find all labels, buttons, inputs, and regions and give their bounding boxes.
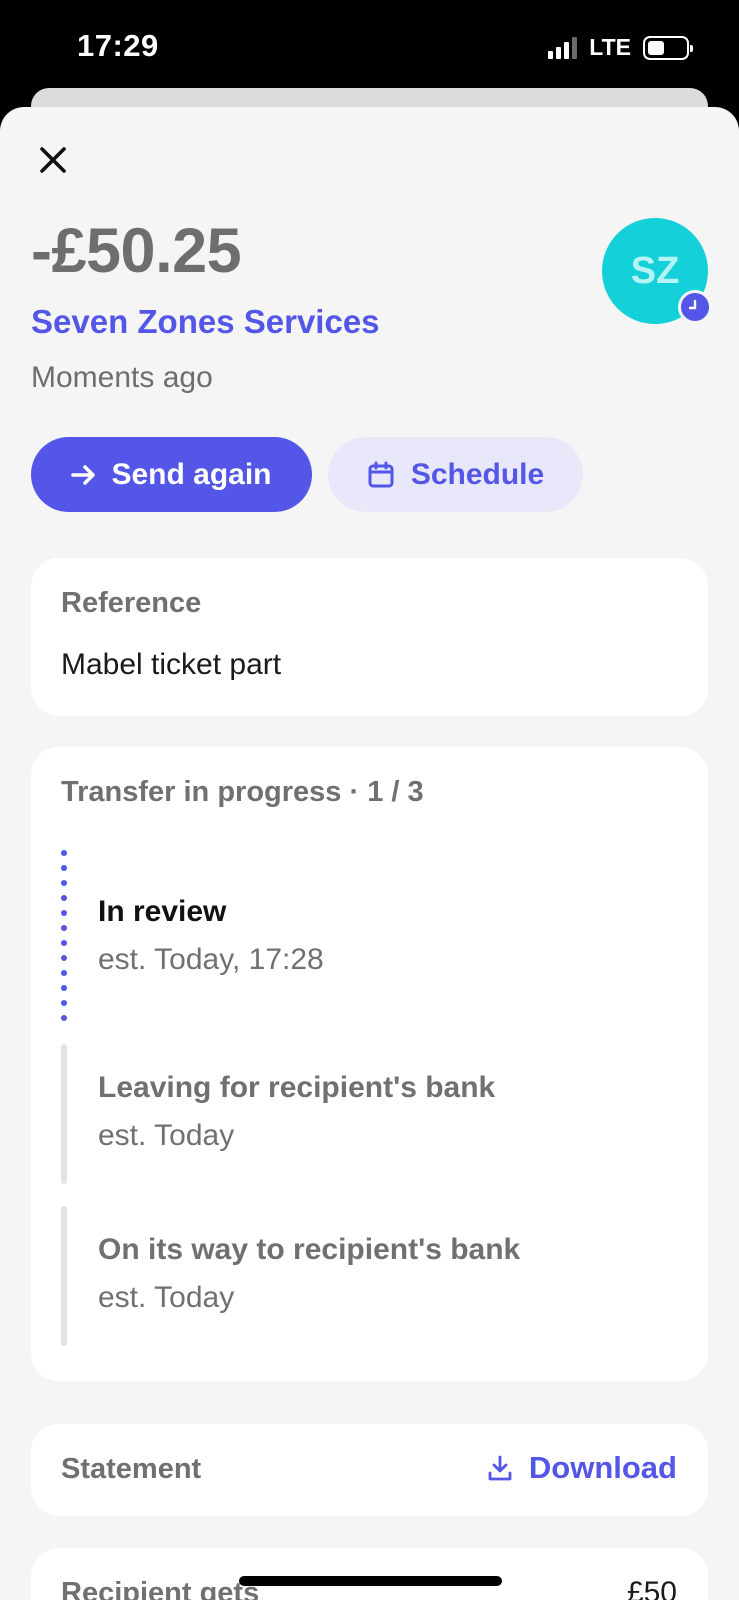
transaction-sheet: -£50.25 Seven Zones Services Moments ago… xyxy=(0,107,739,1600)
step-estimate: est. Today xyxy=(98,1281,235,1314)
status-indicators: LTE xyxy=(548,34,693,61)
signal-icon xyxy=(548,36,578,59)
pending-badge xyxy=(678,290,712,324)
status-time: 17:29 xyxy=(77,28,159,63)
progress-step-1: In review est. Today, 17:28 xyxy=(61,850,661,1025)
transaction-time: Moments ago xyxy=(31,361,213,394)
download-button[interactable]: Download xyxy=(487,1450,677,1486)
statement-card: Statement Download xyxy=(31,1424,708,1516)
download-icon xyxy=(488,1455,512,1481)
step-progress-indicator xyxy=(61,1206,67,1346)
step-estimate: est. Today, 17:28 xyxy=(98,943,324,976)
recipient-card: Recipient gets £50 xyxy=(31,1548,708,1600)
schedule-label: Schedule xyxy=(410,457,545,491)
clock-icon xyxy=(688,299,697,310)
send-again-label: Send again xyxy=(111,457,272,491)
schedule-button[interactable]: Schedule xyxy=(328,437,583,512)
close-icon xyxy=(40,147,66,173)
progress-step-2: Leaving for recipient's bank est. Today xyxy=(61,1044,661,1184)
network-label: LTE xyxy=(589,34,631,60)
send-again-button[interactable]: Send again xyxy=(31,437,312,512)
status-bar: 17:29 LTE xyxy=(0,0,739,100)
arrow-right-icon xyxy=(71,464,96,485)
close-button[interactable] xyxy=(36,143,70,177)
battery-icon xyxy=(643,35,693,60)
transaction-amount: -£50.25 xyxy=(31,216,242,286)
reference-value: Mabel ticket part xyxy=(61,648,282,681)
step-title: Leaving for recipient's bank xyxy=(98,1071,496,1104)
statement-label: Statement xyxy=(61,1453,202,1485)
step-title: On its way to recipient's bank xyxy=(98,1233,521,1266)
reference-label: Reference xyxy=(61,587,202,619)
step-title: In review xyxy=(98,895,227,928)
transfer-progress-card: Transfer in progress · 1 / 3 In review e… xyxy=(31,747,708,1381)
progress-step-3: On its way to recipient's bank est. Toda… xyxy=(61,1206,661,1346)
home-indicator[interactable] xyxy=(239,1576,502,1586)
recipient-label: Recipient gets xyxy=(61,1577,260,1600)
download-label: Download xyxy=(528,1450,677,1485)
recipient-amount: £50 xyxy=(626,1576,677,1600)
progress-title: Transfer in progress · 1 / 3 xyxy=(61,776,424,808)
avatar-initials: SZ xyxy=(630,249,680,292)
reference-card: Reference Mabel ticket part xyxy=(31,558,708,716)
step-estimate: est. Today xyxy=(98,1119,235,1152)
calendar-icon xyxy=(368,461,394,487)
merchant-name[interactable]: Seven Zones Services xyxy=(31,303,380,341)
step-progress-indicator xyxy=(61,850,67,1030)
step-progress-indicator xyxy=(61,1044,67,1184)
